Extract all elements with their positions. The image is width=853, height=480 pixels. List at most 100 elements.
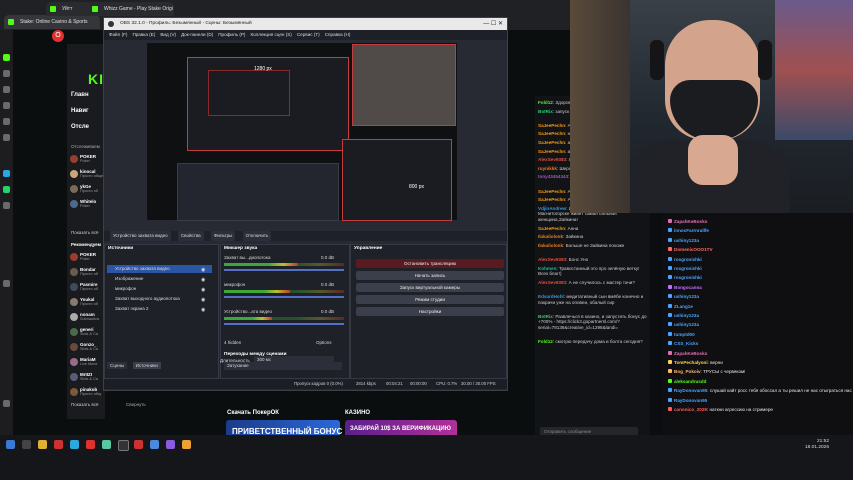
nav-following[interactable]: Отсле — [71, 124, 89, 130]
chat-username[interactable]: Kohmen — [538, 266, 556, 271]
browser-tab[interactable]: Stake: Online Casino & Sports — [4, 15, 100, 29]
settings-icon[interactable] — [3, 134, 10, 141]
chat-username[interactable]: Fold12 — [538, 339, 553, 344]
chat-username[interactable]: SaJeePechn — [538, 123, 565, 128]
chat-username[interactable]: BotRix — [538, 109, 553, 114]
properties-button[interactable]: Свойства — [177, 231, 204, 241]
channel-row[interactable]: Gonzo_ Slots & Ca — [70, 342, 106, 352]
app-taskbar-icon[interactable] — [102, 440, 111, 449]
source-item[interactable]: Захват выходного аудиопотока — [107, 295, 212, 303]
duration-input[interactable]: 300 мс — [254, 356, 334, 364]
show-all-link[interactable]: Показать всё — [71, 230, 98, 235]
obs-preview[interactable]: 1280 px 800 px — [147, 43, 457, 221]
download-icon[interactable] — [3, 118, 10, 125]
browser-tab[interactable]: Whizz Game - Play Stake Origi — [88, 2, 174, 16]
bookmark-icon[interactable] — [3, 86, 10, 93]
yandex-icon[interactable] — [54, 440, 63, 449]
channel-row[interactable]: Youkal Просто об — [70, 297, 106, 307]
channel-row[interactable]: kinocal Просто общение — [70, 169, 110, 179]
menu-item[interactable]: Док-панели (D) — [181, 30, 213, 40]
visibility-eye-icon[interactable]: ◉ — [201, 277, 205, 283]
chat-username[interactable]: AlexSev9383 — [538, 280, 566, 285]
more-icon[interactable] — [3, 400, 10, 407]
source-item[interactable]: микрофон — [107, 285, 212, 293]
control-button[interactable]: Остановить трансляцию — [356, 259, 504, 268]
visibility-eye-icon[interactable]: ◉ — [201, 267, 205, 273]
explorer-icon[interactable] — [38, 440, 47, 449]
opera-taskbar-icon[interactable] — [86, 440, 95, 449]
start-icon[interactable] — [6, 440, 15, 449]
app-taskbar-icon-2[interactable] — [166, 440, 175, 449]
deactivate-button[interactable]: Отключить — [242, 231, 272, 241]
visibility-eye-icon[interactable]: ◉ — [201, 287, 205, 293]
collapse-link[interactable]: Свернуть — [126, 402, 146, 407]
tab-sources[interactable]: Источники — [132, 362, 161, 369]
source-item[interactable]: Захват экрана 2 — [107, 305, 212, 313]
menu-item[interactable]: Сервис (T) — [297, 30, 320, 40]
tab-scenes[interactable]: Сцены — [107, 362, 128, 369]
filters-button[interactable]: Фильтры — [210, 231, 236, 241]
chat-username[interactable]: SaJeePechn — [538, 140, 565, 145]
control-button[interactable]: Запуск виртуальной камеры — [356, 283, 504, 292]
nav-browse[interactable]: Навиг — [71, 108, 89, 114]
volume-slider[interactable] — [224, 323, 344, 325]
chat-username[interactable]: SaJeePechn — [538, 197, 565, 202]
taskbar-clock[interactable]: 21:52 18.01.2026 — [785, 439, 829, 451]
chrome-taskbar-icon[interactable] — [150, 440, 159, 449]
whatsapp-icon[interactable] — [3, 186, 10, 193]
obs-taskbar-icon[interactable] — [118, 440, 129, 451]
chat-username[interactable]: EdvardHohl — [538, 294, 564, 299]
menu-item[interactable]: Правка (E) — [132, 30, 155, 40]
home-icon[interactable] — [3, 70, 10, 77]
menu-item[interactable]: Коллекция сцен (S) — [250, 30, 291, 40]
channel-row[interactable]: nonam Subnautica — [70, 312, 106, 322]
control-button[interactable]: Начать запись — [356, 271, 504, 280]
chat-username[interactable]: AlexSev9383 — [538, 157, 566, 162]
channel-row[interactable]: generi Slots & Ca — [70, 327, 106, 337]
source-item[interactable]: Устройство захвата видео — [107, 265, 212, 273]
control-button[interactable]: Режим студии — [356, 295, 504, 304]
visibility-eye-icon[interactable]: ◉ — [201, 307, 205, 313]
history-icon[interactable] — [3, 102, 10, 109]
channel-row[interactable]: ykGe Просто об — [70, 184, 106, 194]
chat-username[interactable]: AlexSev9383 — [538, 257, 566, 262]
music-icon[interactable] — [3, 202, 10, 209]
chat-username[interactable]: Fold12 — [538, 100, 553, 105]
control-button[interactable]: Настройки — [356, 307, 504, 316]
chat-username[interactable]: SaJeePechn — [538, 149, 565, 154]
nav-home[interactable]: Главн — [71, 92, 89, 98]
channel-row[interactable]: POKER Poker — [70, 154, 106, 164]
yandex-taskbar-icon-2[interactable] — [134, 440, 143, 449]
channel-row[interactable]: Pasmire Просто об — [70, 282, 106, 292]
menu-item[interactable]: Файл (F) — [109, 30, 127, 40]
window-controls[interactable]: — ☐ ✕ — [483, 18, 503, 30]
source-item[interactable]: Изображение — [107, 275, 212, 283]
chat-username[interactable]: VdjinAndrew — [538, 206, 566, 211]
volume-slider[interactable] — [224, 296, 344, 298]
volume-slider[interactable] — [224, 269, 344, 271]
telegram-taskbar-icon[interactable] — [70, 440, 79, 449]
show-all-link-2[interactable]: Показать всё — [71, 402, 98, 407]
chat-username[interactable]: tony43454343 — [538, 174, 568, 179]
chat-username[interactable]: BotRix — [538, 314, 553, 319]
opera-logo-icon[interactable]: O — [52, 30, 64, 42]
kick-icon[interactable] — [3, 54, 10, 61]
channel-row[interactable]: Whitelo Poker — [70, 199, 106, 209]
chat-username[interactable]: SaJeePechn — [538, 189, 565, 194]
channel-row[interactable]: MrIIZI Slots & Ca — [70, 372, 106, 382]
mixer-options[interactable]: Options — [316, 340, 332, 345]
channel-row[interactable]: Bondar Просто об — [70, 267, 106, 277]
app-taskbar-icon-3[interactable] — [182, 440, 191, 449]
chat-username[interactable]: SaJeePechn — [538, 226, 565, 231]
chat-username[interactable]: Ilakaliolonk — [538, 234, 563, 239]
visibility-eye-icon[interactable]: ◉ — [201, 297, 205, 303]
telegram-icon[interactable] — [3, 170, 10, 177]
channel-row[interactable]: MariaM Live Mone — [70, 357, 106, 367]
menu-item[interactable]: Профиль (P) — [218, 30, 245, 40]
menu-item[interactable]: Справка (H) — [325, 30, 351, 40]
chat-username[interactable]: ruynikkk — [538, 166, 557, 171]
extensions-icon[interactable] — [3, 280, 10, 287]
chat-username[interactable]: Ilakaliolonk — [538, 243, 563, 248]
search-icon[interactable] — [22, 440, 31, 449]
channel-row[interactable]: POKER Poker — [70, 252, 106, 262]
